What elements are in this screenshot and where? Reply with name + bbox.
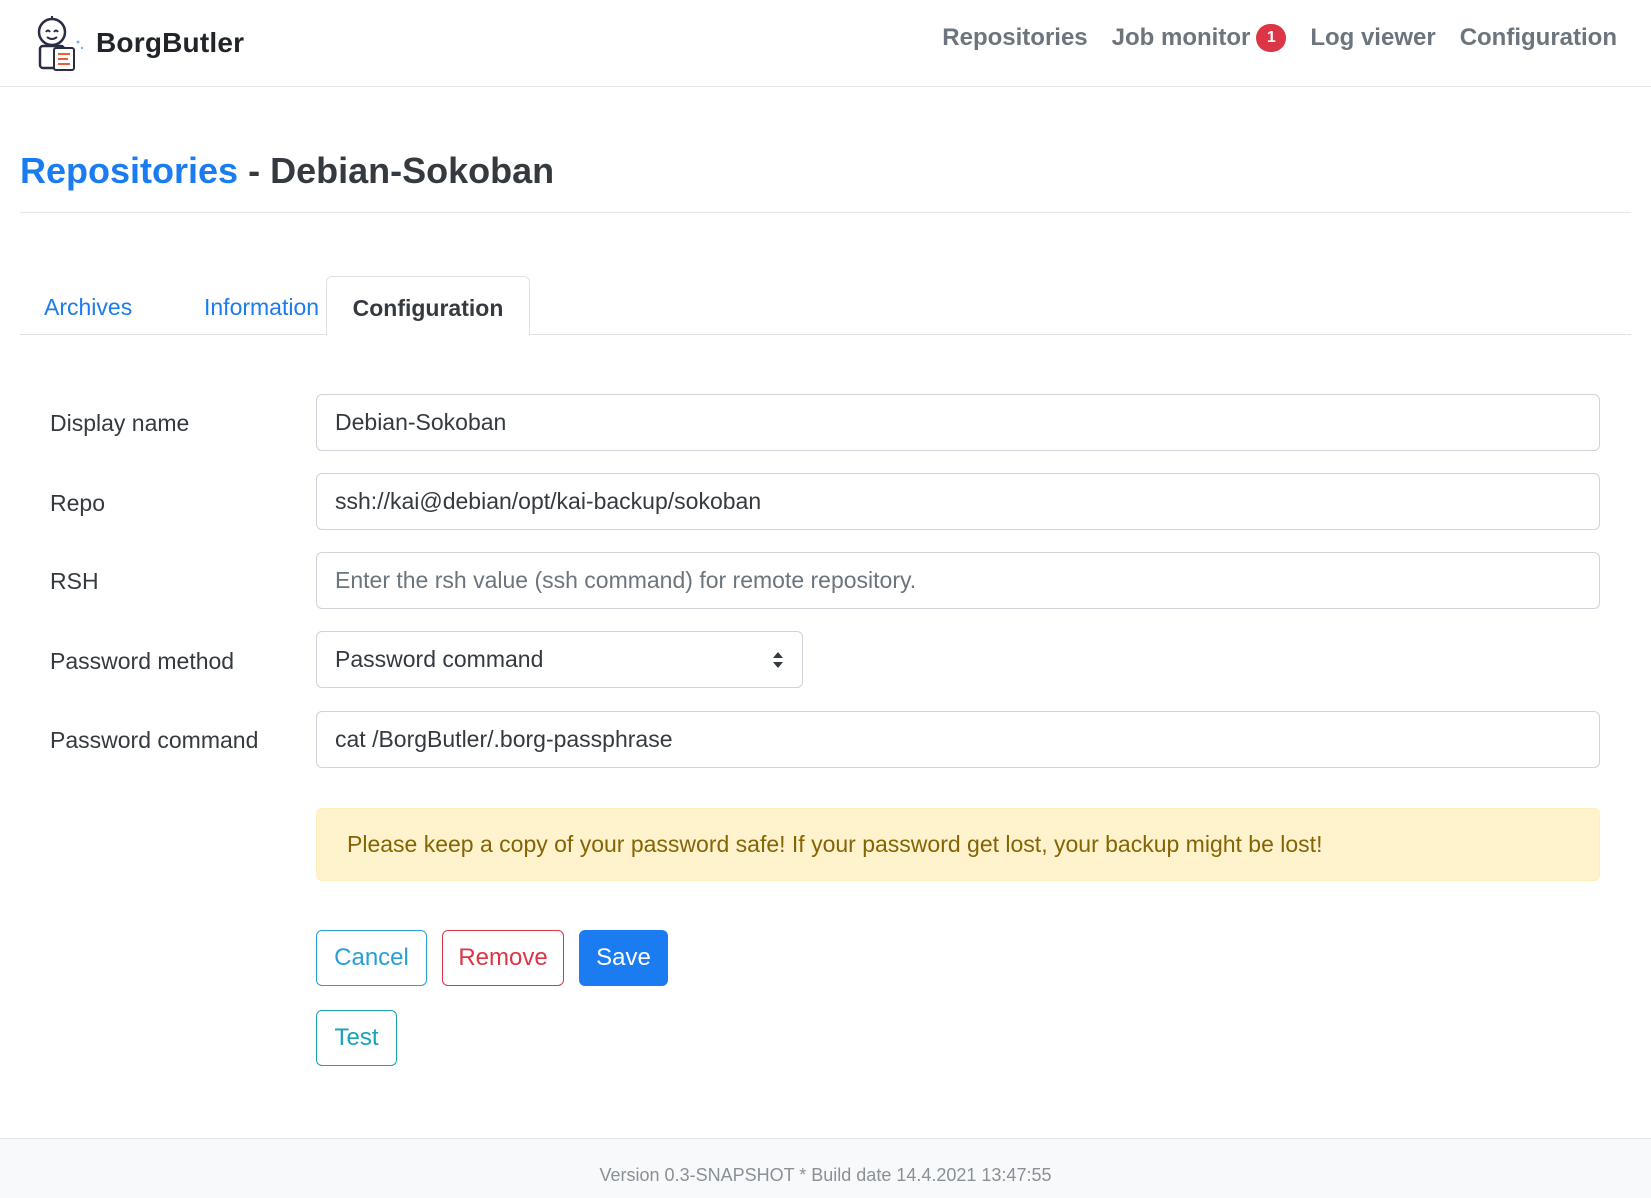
password-command-label: Password command [50, 727, 259, 753]
rsh-input[interactable]: Enter the rsh value (ssh command) for re… [316, 552, 1600, 609]
repository-title: Debian-Sokoban [270, 150, 555, 191]
breadcrumb-separator: - [248, 150, 261, 191]
repo-input[interactable]: ssh://kai@debian/opt/kai-backup/sokoban [316, 473, 1600, 530]
breadcrumb-repositories[interactable]: Repositories [20, 150, 238, 191]
version-info: Version 0.3-SNAPSHOT * Build date 14.4.2… [599, 1165, 1052, 1185]
repository-tabs: Archives Information Configuration [20, 276, 1631, 336]
password-warning-alert: Please keep a copy of your password safe… [316, 808, 1600, 881]
remove-button[interactable]: Remove [442, 930, 564, 986]
save-button[interactable]: Save [579, 930, 668, 986]
repo-label: Repo [50, 490, 105, 516]
nav-job-monitor-label: Job monitor [1111, 24, 1251, 51]
heading-divider [20, 212, 1631, 213]
app-name: BorgButler [96, 27, 245, 58]
display-name-input[interactable]: Debian-Sokoban [316, 394, 1600, 451]
main-nav: Repositories Job monitor 1 Log viewer Co… [918, 24, 1617, 52]
tab-configuration[interactable]: Configuration [326, 276, 530, 336]
nav-log-viewer[interactable]: Log viewer [1310, 24, 1435, 52]
password-command-input[interactable]: cat /BorgButler/.borg-passphrase [316, 711, 1600, 768]
borgbutler-logo-icon [37, 16, 84, 71]
tab-archives[interactable]: Archives [20, 276, 156, 335]
test-button[interactable]: Test [316, 1010, 397, 1066]
brand[interactable]: BorgButler [32, 12, 244, 74]
cancel-button[interactable]: Cancel [316, 930, 427, 986]
top-navbar: BorgButler Repositories Job monitor 1 Lo… [0, 0, 1651, 87]
nav-repositories[interactable]: Repositories [942, 24, 1087, 52]
nav-job-monitor[interactable]: Job monitor 1 [1112, 24, 1287, 52]
page-title: Repositories - Debian-Sokoban [20, 150, 554, 192]
rsh-label: RSH [50, 568, 99, 594]
password-method-select[interactable]: Password command [316, 631, 803, 688]
job-count-badge: 1 [1256, 24, 1287, 52]
password-method-label: Password method [50, 648, 235, 674]
select-updown-icon [773, 652, 783, 668]
nav-configuration[interactable]: Configuration [1460, 24, 1617, 52]
footer: Version 0.3-SNAPSHOT * Build date 14.4.2… [0, 1138, 1651, 1198]
tab-information[interactable]: Information [180, 276, 343, 335]
display-name-label: Display name [50, 410, 190, 436]
password-method-selected: Password command [335, 646, 544, 672]
